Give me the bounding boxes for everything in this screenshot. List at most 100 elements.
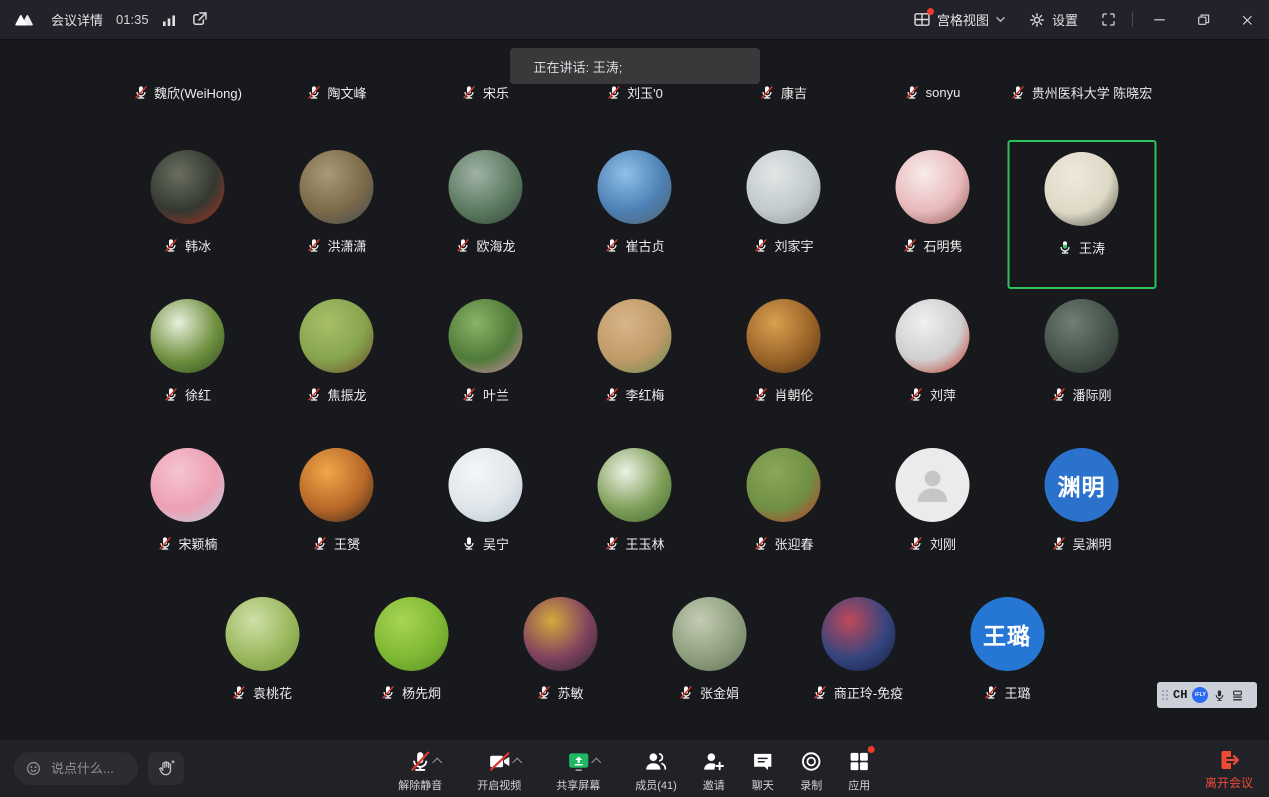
mic-muted-icon [164, 387, 179, 402]
avatar [523, 597, 597, 671]
ime-toolbox-icon[interactable] [1231, 689, 1244, 702]
restore-window-button[interactable] [1181, 0, 1225, 39]
participant-tile[interactable]: 陶文峰 [262, 84, 411, 102]
quick-chat-input-wrap[interactable] [14, 752, 138, 785]
participant-tile[interactable]: 欧海龙 [411, 140, 560, 289]
raise-hand-button[interactable] [148, 752, 184, 785]
minimize-button[interactable] [1137, 0, 1181, 39]
participant-name: 王璐 [1004, 683, 1030, 702]
avatar [598, 150, 672, 224]
share-options-chevron[interactable] [591, 758, 601, 768]
participant-tile[interactable]: 渊明吴渊明 [1007, 438, 1156, 587]
ime-toolbar[interactable]: CH iFLY [1157, 682, 1257, 708]
ifly-logo-icon[interactable]: iFLY [1192, 687, 1208, 703]
mic-muted-icon [455, 238, 470, 253]
participant-tile[interactable]: 宋乐 [411, 84, 560, 102]
participant-tile[interactable]: 康吉 [709, 84, 858, 102]
participant-label: 李红梅 [604, 385, 664, 404]
mic-muted-icon [909, 387, 924, 402]
record-button[interactable]: 录制 [795, 748, 828, 793]
participant-tile[interactable]: 潘际刚 [1007, 289, 1156, 438]
close-icon [1240, 13, 1254, 27]
participant-tile[interactable]: 王玉林 [560, 438, 709, 587]
participant-tile[interactable]: sonyu [858, 84, 1007, 102]
close-button[interactable] [1225, 0, 1269, 39]
ime-grip-handle[interactable] [1162, 690, 1168, 700]
participant-tile[interactable]: 宋颖楠 [113, 438, 262, 587]
participant-tile[interactable]: 刘家宇 [709, 140, 858, 289]
participant-name: 刘玉'0 [627, 84, 663, 102]
participant-row: 袁桃花杨先炯苏敏 张金娟商正玲-免疫王璐王璐 [113, 587, 1156, 736]
participant-tile[interactable]: 刘萍 [858, 289, 1007, 438]
participant-tile[interactable]: 吴宁 [411, 438, 560, 587]
chat-bubble-icon [751, 748, 775, 774]
unmute-options-chevron[interactable] [432, 758, 442, 768]
quick-chat-area [14, 752, 184, 785]
chat-button[interactable]: 聊天 [746, 748, 780, 793]
view-mode-button[interactable]: 宫格视图 [902, 0, 1017, 39]
participant-tile[interactable]: 焦振龙 [262, 289, 411, 438]
participant-tile[interactable]: 魏欣(WeiHong) [113, 84, 262, 102]
participant-tile[interactable]: 刘玉'0 [560, 84, 709, 102]
avatar [896, 150, 970, 224]
participant-tile[interactable]: 袁桃花 [188, 587, 337, 736]
participant-tile[interactable]: 贵州医科大学 陈晓宏 [1007, 84, 1156, 102]
mic-speaking-icon [1058, 240, 1073, 255]
apps-button[interactable]: 应用 [843, 748, 876, 793]
share-screen-label: 共享屏幕 [556, 777, 600, 793]
mic-muted-icon [813, 685, 828, 700]
leave-meeting-button[interactable]: 离开会议 [1205, 748, 1253, 791]
participant-tile[interactable]: 张迎春 [709, 438, 858, 587]
participant-name: 李红梅 [625, 385, 664, 404]
start-video-button[interactable]: 开启视频 [472, 748, 526, 793]
unmute-button[interactable]: 解除静音 [393, 748, 447, 793]
participant-tile[interactable]: 叶兰 [411, 289, 560, 438]
participant-tile[interactable]: 张金娟 [635, 587, 784, 736]
participant-tile[interactable]: 崔古贞 [560, 140, 709, 289]
participant-tile[interactable]: 洪潇潇 [262, 140, 411, 289]
mic-muted-icon [1011, 85, 1026, 100]
open-new-window-icon[interactable] [190, 10, 209, 29]
participant-tile[interactable]: 杨先炯 [337, 587, 486, 736]
participant-name: 崔古贞 [625, 236, 664, 255]
participant-tile[interactable]: 石明隽 [858, 140, 1007, 289]
apps-label: 应用 [848, 777, 870, 793]
participant-tile[interactable]: 王赟 [262, 438, 411, 587]
share-screen-button[interactable]: 共享屏幕 [551, 748, 605, 793]
participant-tile[interactable]: 徐红 [113, 289, 262, 438]
mic-icon [462, 536, 477, 551]
emoji-icon[interactable] [25, 760, 42, 777]
participant-tile[interactable]: 肖朝伦 [709, 289, 858, 438]
participant-name: sonyu [926, 85, 961, 100]
avatar [300, 299, 374, 373]
participant-label: 叶兰 [462, 385, 509, 404]
members-button[interactable]: 成员(41) [630, 748, 682, 793]
participant-tile[interactable]: 苏敏 [486, 587, 635, 736]
mic-muted-icon [381, 685, 396, 700]
participant-name: 苏敏 [557, 683, 583, 702]
participant-tile[interactable]: 王涛 [1007, 140, 1156, 289]
quick-chat-input[interactable] [49, 760, 135, 777]
meeting-window: 会议详情 01:35 宫格视图 设置 [0, 0, 1269, 797]
meeting-timer: 01:35 [116, 12, 149, 27]
ime-language-indicator[interactable]: CH [1173, 688, 1187, 702]
participant-tile[interactable]: 王璐王璐 [933, 587, 1082, 736]
mic-muted-icon [606, 85, 621, 100]
participant-tile[interactable]: 李红梅 [560, 289, 709, 438]
participant-label: 王涛 [1058, 238, 1105, 257]
start-video-label: 开启视频 [477, 777, 521, 793]
meeting-details-button[interactable]: 会议详情 [51, 10, 103, 29]
participant-tile[interactable]: 商正玲-免疫 [784, 587, 933, 736]
participant-tile[interactable]: 刘刚 [858, 438, 1007, 587]
participant-tile[interactable]: 韩冰 [113, 140, 262, 289]
ime-mic-icon[interactable] [1213, 689, 1226, 702]
participant-label: 刘玉'0 [606, 84, 663, 102]
settings-button[interactable]: 设置 [1017, 0, 1089, 39]
mic-muted-icon [753, 536, 768, 551]
fullscreen-button[interactable] [1089, 0, 1128, 39]
avatar [151, 299, 225, 373]
participant-label: 吴渊明 [1051, 534, 1111, 553]
participant-name: 潘际刚 [1072, 385, 1111, 404]
video-options-chevron[interactable] [512, 758, 522, 768]
invite-button[interactable]: 邀请 [697, 748, 731, 793]
